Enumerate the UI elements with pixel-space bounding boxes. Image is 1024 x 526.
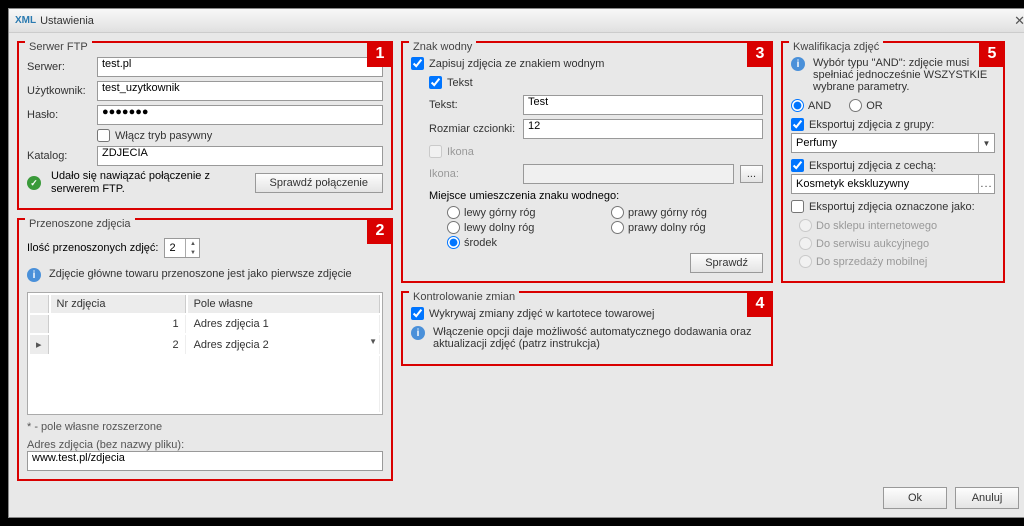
pos-center[interactable]: środek (447, 236, 599, 249)
count-spinner[interactable]: 2 ▲▼ (164, 238, 200, 258)
font-label: Rozmiar czcionki: (429, 123, 517, 135)
export-group-checkbox[interactable]: Eksportuj zdjęcia z grupy: (791, 118, 995, 131)
marker-4: 4 (747, 291, 773, 317)
info-icon: i (411, 326, 425, 340)
titlebar: XML Ustawienia ✕ (9, 9, 1024, 33)
export-mark-checkbox[interactable]: Eksportuj zdjęcia oznaczone jako: (791, 200, 995, 213)
ftp-legend: Serwer FTP (25, 41, 92, 53)
attr-select[interactable]: Kosmetyk ekskluzywny... (791, 174, 995, 194)
font-input[interactable]: 12 (523, 119, 763, 139)
success-icon: ✓ (27, 176, 41, 190)
pos-top-right[interactable]: prawy górny róg (611, 206, 763, 219)
or-radio[interactable]: OR (849, 99, 883, 112)
close-icon[interactable]: ✕ (1014, 13, 1024, 29)
server-label: Serwer: (27, 61, 91, 73)
transfer-legend: Przenoszone zdjęcia (25, 218, 135, 230)
group-select[interactable]: Perfumy▼ (791, 133, 995, 153)
info-icon: i (791, 57, 805, 71)
placement-label: Miejsce umieszczenia znaku wodnego: (429, 190, 763, 202)
save-watermark-checkbox[interactable]: Zapisuj zdjęcia ze znakiem wodnym (411, 57, 763, 70)
marker-5: 5 (979, 41, 1005, 67)
qual-info: Wybór typu "AND": zdjęcie musi spełniać … (813, 57, 995, 93)
check-watermark-button[interactable]: Sprawdź (690, 253, 763, 273)
marker-1: 1 (367, 41, 393, 67)
marker-3: 3 (747, 41, 773, 67)
url-input[interactable]: www.test.pl/zdjecia (27, 451, 383, 471)
ok-button[interactable]: Ok (883, 487, 947, 509)
browse-icon-button[interactable]: ... (740, 165, 763, 183)
app-icon: XML (15, 15, 36, 26)
ext-note: * - pole własne rozszerzone (27, 421, 383, 433)
changes-legend: Kontrolowanie zmian (409, 291, 519, 303)
url-label: Adres zdjęcia (bez nazwy pliku): (27, 439, 383, 451)
window-title: Ustawienia (40, 15, 94, 27)
user-label: Użytkownik: (27, 85, 91, 97)
chevron-up-icon[interactable]: ▲ (185, 239, 199, 248)
col-nr[interactable]: Nr zdjęcia (51, 295, 186, 313)
opt-auction: Do serwisu aukcyjnego (799, 237, 995, 250)
detect-changes-checkbox[interactable]: Wykrywaj zmiany zdjęć w kartotece towaro… (411, 307, 763, 320)
settings-window: XML Ustawienia ✕ Serwer FTP 1 Serwer: te… (8, 8, 1024, 518)
opt-shop: Do sklepu internetowego (799, 219, 995, 232)
pos-bottom-right[interactable]: prawy dolny róg (611, 221, 763, 234)
dir-label: Katalog: (27, 150, 91, 162)
passive-checkbox[interactable]: Włącz tryb pasywny (97, 129, 212, 142)
table-row[interactable]: ▸2Adres zdjęcia 2▼ (30, 335, 380, 354)
watermark-legend: Znak wodny (409, 41, 476, 53)
icon-checkbox[interactable]: Ikona (429, 145, 763, 158)
images-table: Nr zdjęciaPole własne 1Adres zdjęcia 1 ▸… (27, 292, 383, 415)
check-connection-button[interactable]: Sprawdź połączenie (255, 173, 383, 193)
server-input[interactable]: test.pl (97, 57, 383, 77)
opt-mobile: Do sprzedaży mobilnej (799, 255, 995, 268)
transfer-info: Zdjęcie główne towaru przenoszone jest j… (49, 268, 352, 280)
dir-input[interactable]: ZDJECIA (97, 146, 383, 166)
pass-input[interactable]: ●●●●●●● (97, 105, 383, 125)
icon-label: Ikona: (429, 168, 517, 180)
text-checkbox[interactable]: Tekst (429, 76, 763, 89)
qualification-group: Kwalifikacja zdjęć 5 i Wybór typu "AND":… (781, 41, 1005, 283)
transfer-group: Przenoszone zdjęcia 2 Ilość przenoszonyc… (17, 218, 393, 481)
and-radio[interactable]: AND (791, 99, 831, 112)
ftp-status: Udało się nawiązać połączenie z serwerem… (51, 170, 249, 196)
ellipsis-icon: ... (978, 175, 994, 193)
info-icon: i (27, 268, 41, 282)
user-input[interactable]: test_uzytkownik (97, 81, 383, 101)
count-label: Ilość przenoszonych zdjęć: (27, 242, 158, 254)
pos-top-left[interactable]: lewy górny róg (447, 206, 599, 219)
pass-label: Hasło: (27, 109, 91, 121)
text-input[interactable]: Test (523, 95, 763, 115)
marker-2: 2 (367, 218, 393, 244)
pos-bottom-left[interactable]: lewy dolny róg (447, 221, 599, 234)
changes-info: Włączenie opcji daje możliwość automatyc… (433, 326, 763, 350)
cancel-button[interactable]: Anuluj (955, 487, 1019, 509)
ftp-group: Serwer FTP 1 Serwer: test.pl Użytkownik:… (17, 41, 393, 210)
export-attr-checkbox[interactable]: Eksportuj zdjęcia z cechą: (791, 159, 995, 172)
changes-group: Kontrolowanie zmian 4 Wykrywaj zmiany zd… (401, 291, 773, 366)
chevron-down-icon[interactable]: ▼ (185, 248, 199, 257)
text-label: Tekst: (429, 99, 517, 111)
icon-input (523, 164, 734, 184)
col-field[interactable]: Pole własne (188, 295, 380, 313)
table-row[interactable]: 1Adres zdjęcia 1 (30, 315, 380, 333)
qual-legend: Kwalifikacja zdjęć (789, 41, 883, 53)
chevron-down-icon: ▼ (978, 134, 994, 152)
watermark-group: Znak wodny 3 Zapisuj zdjęcia ze znakiem … (401, 41, 773, 283)
